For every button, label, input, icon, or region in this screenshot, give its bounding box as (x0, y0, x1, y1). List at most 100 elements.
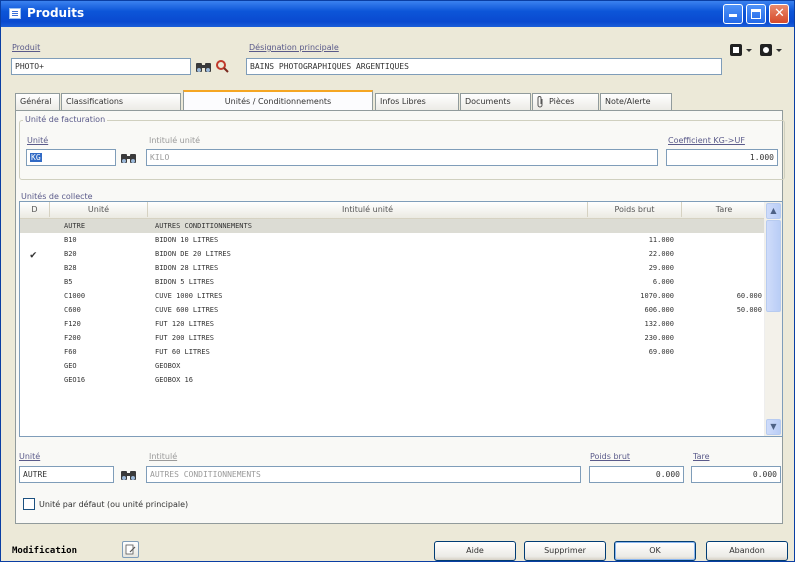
table-row[interactable]: C600 CUVE 600 LITRES 606.000 50.000 (20, 303, 766, 317)
tab-general[interactable]: Général (15, 93, 60, 110)
detail-tare-label: Tare (693, 452, 710, 461)
coefficient-field[interactable]: 1.000 (666, 149, 778, 166)
supprimer-button[interactable]: Supprimer (524, 541, 606, 561)
product-label: Produit (12, 43, 41, 52)
designation-field[interactable]: BAINS PHOTOGRAPHIQUES ARGENTIQUES (246, 58, 722, 75)
cell-label: BIDON 10 LITRES (155, 236, 219, 244)
close-icon: ✕ (774, 6, 785, 21)
detail-intitule-label: Intitulé (149, 452, 178, 461)
cell-weight: 1070.000 (640, 292, 674, 300)
app-list-icon (9, 8, 21, 19)
cell-unit: B28 (64, 264, 77, 272)
cell-weight: 22.000 (648, 250, 674, 258)
modification-button[interactable] (122, 541, 139, 558)
cell-label: FUT 120 LITRES (155, 320, 215, 328)
aide-button[interactable]: Aide (434, 541, 516, 561)
cell-weight: 230.000 (644, 334, 674, 342)
tab-label: Documents (465, 97, 511, 106)
paperclip-icon (537, 96, 543, 108)
collection-units-title: Unités de collecte (19, 192, 95, 201)
detail-unit-label: Unité (19, 452, 41, 461)
grid-scrollbar[interactable]: ▲ ▼ (764, 202, 782, 436)
cell-unit: GEO (64, 362, 77, 370)
grid-header: D Unité Intitulé unité Poids brut Tare (20, 202, 766, 219)
scroll-up-button[interactable]: ▲ (766, 203, 781, 219)
cell-unit: GEO16 (64, 376, 86, 384)
detail-unit-field[interactable]: AUTRE (19, 466, 114, 483)
billing-intitule-label: Intitulé unité (149, 136, 201, 145)
settings-dropdown-icon[interactable] (759, 42, 785, 58)
cell-tare: 60.000 (736, 292, 762, 300)
cell-unit: F120 (64, 320, 81, 328)
table-row[interactable]: GEO GEOBOX (20, 359, 766, 373)
tab-note-alerte[interactable]: Note/Alerte (600, 93, 672, 110)
table-row[interactable]: F60 FUT 60 LITRES 69.000 (20, 345, 766, 359)
tab-label: Infos Libres (380, 97, 426, 106)
scroll-thumb[interactable] (766, 220, 781, 312)
cell-label: BIDON 5 LITRES (155, 278, 215, 286)
cell-weight: 606.000 (644, 306, 674, 314)
table-row[interactable]: B5 BIDON 5 LITRES 6.000 (20, 275, 766, 289)
detail-tare-field[interactable]: 0.000 (691, 466, 781, 483)
scroll-down-button[interactable]: ▼ (766, 419, 781, 435)
table-row[interactable]: GEO16 GEOBOX 16 (20, 373, 766, 387)
col-tare[interactable]: Tare (682, 202, 766, 217)
cell-label: FUT 200 LITRES (155, 334, 215, 342)
tab-documents[interactable]: Documents (460, 93, 531, 110)
table-row[interactable]: B28 BIDON 28 LITRES 29.000 (20, 261, 766, 275)
tab-label: Note/Alerte (605, 97, 651, 106)
tab-label: Unités / Conditionnements (224, 97, 332, 106)
table-row[interactable]: AUTRE AUTRES CONDITIONNEMENTS (20, 219, 766, 233)
detail-weight-label: Poids brut (590, 452, 631, 461)
billing-unit-group-title: Unité de facturation (23, 115, 108, 124)
table-row[interactable]: F200 FUT 200 LITRES 230.000 (20, 331, 766, 345)
cell-label: GEOBOX 16 (155, 376, 193, 384)
cell-label: GEOBOX (155, 362, 181, 370)
tab-infos-libres[interactable]: Infos Libres (375, 93, 459, 110)
table-row[interactable]: ✔ B20 BIDON DE 20 LITRES 22.000 (20, 247, 766, 261)
detail-weight-field[interactable]: 0.000 (589, 466, 684, 483)
minimize-button[interactable] (723, 4, 743, 24)
cell-unit: AUTRE (64, 222, 86, 230)
cell-tare: 50.000 (736, 306, 762, 314)
cell-label: BIDON DE 20 LITRES (155, 250, 231, 258)
abandon-button[interactable]: Abandon (706, 541, 788, 561)
tab-unites-conditionnements[interactable]: Unités / Conditionnements (183, 90, 373, 111)
billing-unit-field[interactable]: KG (26, 149, 116, 166)
modification-label: Modification (12, 546, 78, 556)
col-poids-brut[interactable]: Poids brut (588, 202, 682, 217)
title-bar[interactable]: Produits ✕ (1, 1, 794, 27)
cell-label: CUVE 1000 LITRES (155, 292, 223, 300)
binoculars-icon[interactable] (195, 60, 213, 74)
document-dropdown-icon[interactable] (729, 42, 755, 58)
cell-unit: B20 (64, 250, 77, 258)
binoculars-icon[interactable] (120, 468, 138, 482)
default-unit-checkbox[interactable] (23, 498, 35, 510)
cell-unit: C1000 (64, 292, 86, 300)
table-row[interactable]: B10 BIDON 10 LITRES 11.000 (20, 233, 766, 247)
tab-pieces[interactable]: Pièces (532, 93, 599, 110)
tab-classifications[interactable]: Classifications (61, 93, 181, 110)
binoculars-icon[interactable] (120, 151, 138, 165)
product-code-field[interactable]: PHOTO+ (11, 58, 191, 75)
cell-unit: C600 (64, 306, 81, 314)
table-row[interactable]: F120 FUT 120 LITRES 132.000 (20, 317, 766, 331)
tab-label: Pièces (549, 97, 575, 106)
collection-units-grid[interactable]: D Unité Intitulé unité Poids brut Tare A… (19, 201, 783, 437)
maximize-button[interactable] (746, 4, 766, 24)
magnifier-icon[interactable] (215, 59, 229, 73)
col-intitule[interactable]: Intitulé unité (148, 202, 588, 217)
default-unit-checkbox-label: Unité par défaut (ou unité principale) (39, 500, 189, 509)
cell-weight: 11.000 (648, 236, 674, 244)
cell-unit: B5 (64, 278, 73, 286)
table-row[interactable]: C1000 CUVE 1000 LITRES 1070.000 60.000 (20, 289, 766, 303)
close-button[interactable]: ✕ (769, 4, 789, 24)
col-unite[interactable]: Unité (50, 202, 148, 217)
cell-label: CUVE 600 LITRES (155, 306, 219, 314)
ok-button[interactable]: OK (614, 541, 696, 561)
cell-unit: B10 (64, 236, 77, 244)
col-default[interactable]: D (20, 202, 50, 217)
cell-unit: F60 (64, 348, 77, 356)
cell-unit: F200 (64, 334, 81, 342)
minimize-icon (729, 14, 737, 17)
